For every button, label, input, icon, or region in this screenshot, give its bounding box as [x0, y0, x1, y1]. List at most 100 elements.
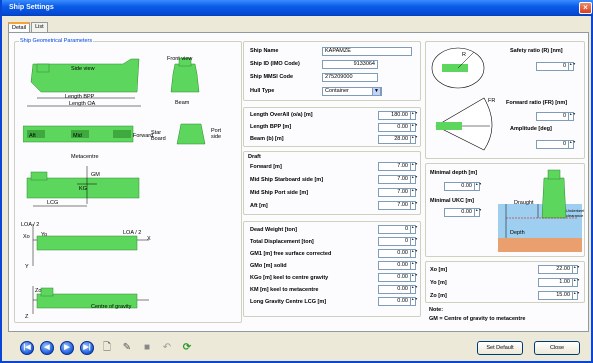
- forward-ratio-value: 0: [562, 113, 566, 119]
- spin-arrows-icon[interactable]: ▲▼: [572, 265, 580, 274]
- minimal-depth-input[interactable]: 0.00 ▲▼: [444, 182, 482, 191]
- loa2-right-label: LOA / 2: [123, 230, 142, 236]
- safety-group: R Safety ratio (R) [nm] 0 ▲▼ FR Forward r…: [425, 41, 585, 159]
- draft-aft-input[interactable]: 7.00 ▲▼: [378, 201, 418, 210]
- edit-pencil-icon[interactable]: ✎: [120, 341, 134, 355]
- gm-label: GM: [91, 172, 100, 178]
- imo-code-input[interactable]: 9133064: [322, 60, 378, 69]
- km-label: KM [m] keel to metacentre: [250, 287, 319, 293]
- spin-arrows-icon[interactable]: ▲▼: [410, 123, 418, 132]
- tab-list[interactable]: List: [31, 22, 48, 32]
- close-window-button[interactable]: ×: [579, 2, 592, 14]
- y-axis-label: Y: [25, 264, 29, 270]
- spin-arrows-icon[interactable]: ▲▼: [474, 208, 482, 217]
- forward-ratio-input[interactable]: 0 ▲▼: [536, 112, 576, 121]
- kgo-label: KGo [m] keel to centre gravity: [250, 275, 329, 281]
- xo-value: 22.00: [556, 266, 570, 272]
- dead-weight-input[interactable]: 0 ▲▼: [378, 225, 418, 234]
- length-bpp-input[interactable]: 0.00 ▲▼: [378, 123, 418, 132]
- gm1-input[interactable]: 0.00 ▲▼: [378, 249, 418, 258]
- loa2-left-label: LOA / 2: [21, 222, 40, 228]
- draft-mid-port-input[interactable]: 7.00 ▲▼: [378, 188, 418, 197]
- stop-icon[interactable]: ■: [140, 341, 154, 355]
- spin-arrows-icon[interactable]: ▲▼: [410, 162, 418, 171]
- front-view-label: Front view: [167, 56, 193, 62]
- imo-code-label: Ship ID (IMO Code): [250, 61, 300, 67]
- side-view-label: Side view: [71, 66, 95, 72]
- spin-arrows-icon[interactable]: ▲▼: [474, 182, 482, 191]
- draft-forward-input[interactable]: 7.00 ▲▼: [378, 162, 418, 171]
- spin-arrows-icon[interactable]: ▲▼: [410, 285, 418, 294]
- new-record-icon[interactable]: 🗋: [100, 341, 114, 355]
- spin-arrows-icon[interactable]: ▲▼: [410, 297, 418, 306]
- title-bar: Ship Settings ×: [2, 0, 593, 16]
- geometry-group-title: Ship Geometrical Parameters: [19, 38, 94, 44]
- draft-mid-starboard-input[interactable]: 7.00 ▲▼: [378, 175, 418, 184]
- z-axis-label: Z: [25, 314, 29, 320]
- undo-icon[interactable]: ↶: [160, 341, 174, 355]
- starboard-label: Star Board: [151, 130, 166, 142]
- set-default-button[interactable]: Set Default: [477, 341, 523, 355]
- total-displacement-input[interactable]: 0 ▲▼: [378, 237, 418, 246]
- refresh-icon[interactable]: ⟳: [180, 341, 194, 355]
- hull-type-label: Hull Type: [250, 88, 275, 94]
- lcg-value: 0.00: [397, 298, 408, 304]
- yo-value: 1.00: [559, 279, 570, 285]
- draft-title: Draft: [248, 154, 261, 160]
- spin-arrows-icon[interactable]: ▲▼: [410, 175, 418, 184]
- safety-ratio-value: 0: [562, 63, 566, 69]
- ship-name-input[interactable]: KAPAMZE: [322, 47, 412, 56]
- minimal-depth-value: 0.00: [461, 183, 472, 189]
- draft-mid-port-label: Mid Ship Port side [m]: [250, 190, 309, 196]
- mmsi-code-input[interactable]: 275209000: [322, 73, 378, 82]
- beam-input[interactable]: 28.00 ▲▼: [378, 135, 418, 144]
- spin-arrows-icon[interactable]: ▲▼: [572, 291, 580, 300]
- kgo-input[interactable]: 0.00 ▲▼: [378, 273, 418, 282]
- spin-arrows-icon[interactable]: ▲▼: [568, 140, 576, 149]
- km-input[interactable]: 0.00 ▲▼: [378, 285, 418, 294]
- first-record-icon[interactable]: |◀: [20, 341, 34, 355]
- gmo-input[interactable]: 0.00 ▲▼: [378, 261, 418, 270]
- previous-record-icon[interactable]: ◀: [40, 341, 54, 355]
- metacentre-diagram: [26, 166, 140, 207]
- minimal-ukc-label: Minimal UKC [m]: [430, 198, 474, 204]
- next-record-icon[interactable]: ▶: [60, 341, 74, 355]
- spin-arrows-icon[interactable]: ▲▼: [568, 112, 576, 121]
- gmo-value: 0.00: [397, 262, 408, 268]
- lcg-label: LCG: [47, 200, 59, 206]
- lcg-input[interactable]: 0.00 ▲▼: [378, 297, 418, 306]
- total-displacement-value: 0: [404, 238, 408, 244]
- xo-input[interactable]: 22.00 ▲▼: [538, 265, 580, 274]
- km-value: 0.00: [397, 286, 408, 292]
- spin-arrows-icon[interactable]: ▲▼: [410, 225, 418, 234]
- draft-mid-starboard-value: 7.00: [397, 176, 408, 182]
- last-record-icon[interactable]: ▶|: [80, 341, 94, 355]
- length-bpp-value: 0.00: [397, 124, 408, 130]
- draft-forward-label: Forward [m]: [250, 164, 282, 170]
- spin-arrows-icon[interactable]: ▲▼: [410, 135, 418, 144]
- length-overall-input[interactable]: 180.00 ▲▼: [378, 111, 418, 120]
- yo-input[interactable]: 1.00 ▲▼: [538, 278, 580, 287]
- detail-tab-panel: Ship Geometrical Parameters Side view Le…: [8, 32, 589, 332]
- mmsi-code-label: Ship MMSI Code: [250, 74, 294, 80]
- hull-type-select[interactable]: Container ▼: [322, 87, 382, 96]
- spin-arrows-icon[interactable]: ▲▼: [410, 249, 418, 258]
- spin-arrows-icon[interactable]: ▲▼: [410, 261, 418, 270]
- dead-weight-label: Dead Weight [ton]: [250, 227, 297, 233]
- close-button[interactable]: Close: [534, 341, 580, 355]
- chevron-down-icon[interactable]: ▼: [372, 87, 381, 96]
- spin-arrows-icon[interactable]: ▲▼: [410, 273, 418, 282]
- zo-input[interactable]: 15.00 ▲▼: [538, 291, 580, 300]
- spin-arrows-icon[interactable]: ▲▼: [410, 201, 418, 210]
- amplitude-input[interactable]: 0 ▲▼: [536, 140, 576, 149]
- safety-ratio-input[interactable]: 0 ▲▼: [536, 62, 576, 71]
- spin-arrows-icon[interactable]: ▲▼: [410, 188, 418, 197]
- minimal-ukc-input[interactable]: 0.00 ▲▼: [444, 208, 482, 217]
- spin-arrows-icon[interactable]: ▲▼: [410, 237, 418, 246]
- kg-label: KG: [79, 186, 87, 192]
- spin-arrows-icon[interactable]: ▲▼: [572, 278, 580, 287]
- spin-arrows-icon[interactable]: ▲▼: [410, 111, 418, 120]
- spin-arrows-icon[interactable]: ▲▼: [568, 62, 576, 71]
- amplitude-value: 0: [562, 141, 566, 147]
- window-title: Ship Settings: [9, 4, 54, 11]
